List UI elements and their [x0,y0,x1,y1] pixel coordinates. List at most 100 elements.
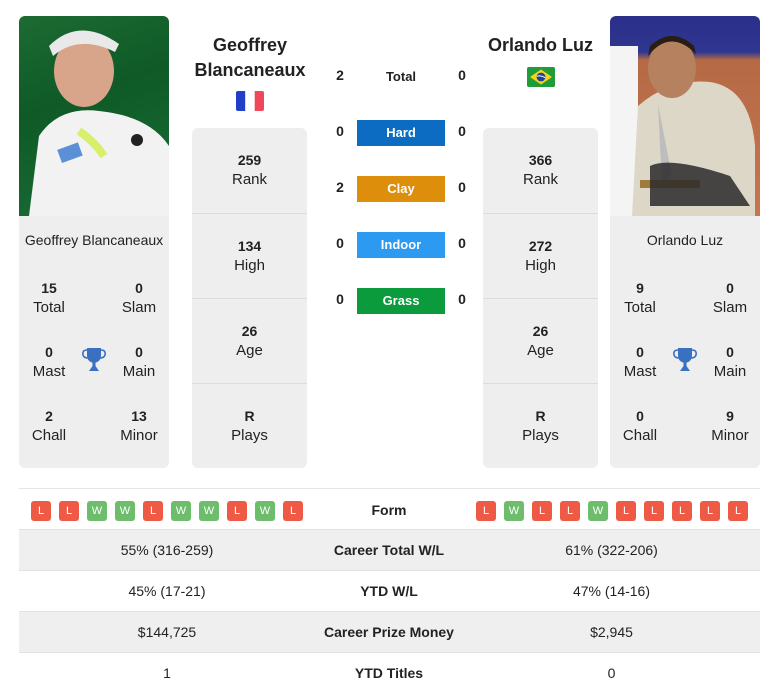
table-row-ytd-titles: 1 YTD Titles 0 [19,652,760,693]
stat-label: Total [624,299,656,316]
player2-form-badge-loss[interactable]: L [672,501,692,521]
stat-value: 26 [241,323,258,339]
stat-label: Age [236,342,263,359]
player2-form-badge-loss[interactable]: L [700,501,720,521]
stat-value: 15 [41,280,57,296]
stat-label: Main [713,363,747,380]
surface-hard-button[interactable]: Hard [357,120,445,146]
stat-label: Age [527,342,554,359]
row-label: Career Total W/L [333,542,445,558]
player1-form-badge-win[interactable]: W [87,501,107,521]
player2-form-badge-win[interactable]: W [504,501,524,521]
form-label: Form [371,502,407,518]
player2-card: Orlando Luz 9 Total 0 Slam 0 Mast 0 Main… [610,16,760,468]
table-row-ytd-wl: 45% (17-21) YTD W/L 47% (14-16) [19,570,760,611]
row-label: Career Prize Money [324,624,454,640]
player2-form-badge-loss[interactable]: L [644,501,664,521]
table-row-prize-money: $144,725 Career Prize Money $2,945 [19,611,760,652]
player1-photo-illustration [29,30,169,216]
player2-titles-mast: 0 Mast [605,342,675,382]
stat-value: R [535,408,546,424]
player2-full-name[interactable]: Orlando Luz [610,232,760,248]
player1-form-badge-loss[interactable]: L [143,501,163,521]
stat-label: Mast [623,363,657,380]
stat-label: Minor [120,427,158,444]
player2-form-badge-loss[interactable]: L [560,501,580,521]
table-row-career-wl: 55% (316-259) Career Total W/L 61% (322-… [19,529,760,570]
player1-form-badge-loss[interactable]: L [283,501,303,521]
player2-value: $2,945 [590,624,633,640]
h2h-hard-p1: 0 [336,123,344,139]
h2h-grass-p2: 0 [458,291,466,307]
h2h-grass-p1: 0 [336,291,344,307]
player1-titles-slam: 0 Slam [104,278,174,318]
player1-titles-minor: 13 Minor [104,406,174,446]
row-label: YTD W/L [360,583,418,599]
stat-label: Minor [711,427,749,444]
player2-form-badge-loss[interactable]: L [728,501,748,521]
stat-label: Chall [622,427,658,444]
stat-label: Main [122,363,156,380]
player1-card: Geoffrey Blancaneaux 15 Total 0 Slam 0 M… [19,16,169,468]
player1-titles-main: 0 Main [104,342,174,382]
h2h-total-p1: 2 [336,67,344,83]
player1-form-badge-win[interactable]: W [199,501,219,521]
h2h-hard-p2: 0 [458,123,466,139]
player2-name[interactable]: Orlando Luz [478,33,603,58]
player2-form-badge-loss[interactable]: L [476,501,496,521]
player2-plays: R Plays [483,383,598,468]
h2h-indoor-p2: 0 [458,235,466,251]
player1-stats-card: 259 Rank 134 High 26 Age R Plays [192,128,307,468]
stat-label: Total [33,299,65,316]
stat-value: 259 [237,152,262,168]
stat-value: 0 [636,344,644,360]
player2-titles-minor: 9 Minor [695,406,765,446]
player2-form-badge-loss[interactable]: L [616,501,636,521]
stat-label: Plays [231,427,268,444]
player2-rank: 366 Rank [483,128,598,213]
player2-form-badge-win[interactable]: W [588,501,608,521]
row-label: YTD Titles [354,665,424,681]
player1-name[interactable]: Geoffrey Blancaneaux [180,33,320,83]
player1-value: $144,725 [137,624,197,640]
h2h-clay-p2: 0 [458,179,466,195]
player1-form-badge-loss[interactable]: L [59,501,79,521]
player2-titles-slam: 0 Slam [695,278,765,318]
surface-grass-button[interactable]: Grass [357,288,445,314]
stat-value: 9 [636,280,644,296]
player1-titles-chall: 2 Chall [14,406,84,446]
stat-label: Chall [31,427,67,444]
h2h-clay-p1: 2 [336,179,344,195]
player1-first-name: Geoffrey [212,35,288,55]
stat-value: 0 [45,344,53,360]
player2-titles-main: 0 Main [695,342,765,382]
form-row: LLWWLWWLWL Form LWLLWLLLLL [19,488,760,530]
stat-value: 0 [135,280,143,296]
player1-value: 45% (17-21) [128,583,206,599]
brazil-flag-icon [527,67,555,87]
player1-form-badge-loss[interactable]: L [227,501,247,521]
stat-value: 0 [135,344,143,360]
player2-form-badge-loss[interactable]: L [532,501,552,521]
surface-indoor-button[interactable]: Indoor [357,232,445,258]
player1-form-badge-win[interactable]: W [255,501,275,521]
stat-value: 134 [237,238,262,254]
surface-clay-button[interactable]: Clay [357,176,445,202]
stat-label: High [234,257,265,274]
player1-full-name[interactable]: Geoffrey Blancaneaux [19,232,169,248]
player1-form-badge-win[interactable]: W [171,501,191,521]
h2h-total-label: Total [385,69,417,84]
player1-last-name: Blancaneaux [194,60,306,80]
player1-titles-total: 15 Total [14,278,84,318]
stat-value: 9 [726,408,734,424]
player2-titles-total: 9 Total [605,278,675,318]
player1-form-badge-loss[interactable]: L [31,501,51,521]
h2h-total-p2: 0 [458,67,466,83]
player2-photo[interactable] [610,16,760,216]
player1-form-badge-win[interactable]: W [115,501,135,521]
player2-photo-illustration [610,36,755,216]
player1-photo[interactable] [19,16,169,216]
player1-age: 26 Age [192,298,307,383]
player2-age: 26 Age [483,298,598,383]
player2-stats-card: 366 Rank 272 High 26 Age R Plays [483,128,598,468]
